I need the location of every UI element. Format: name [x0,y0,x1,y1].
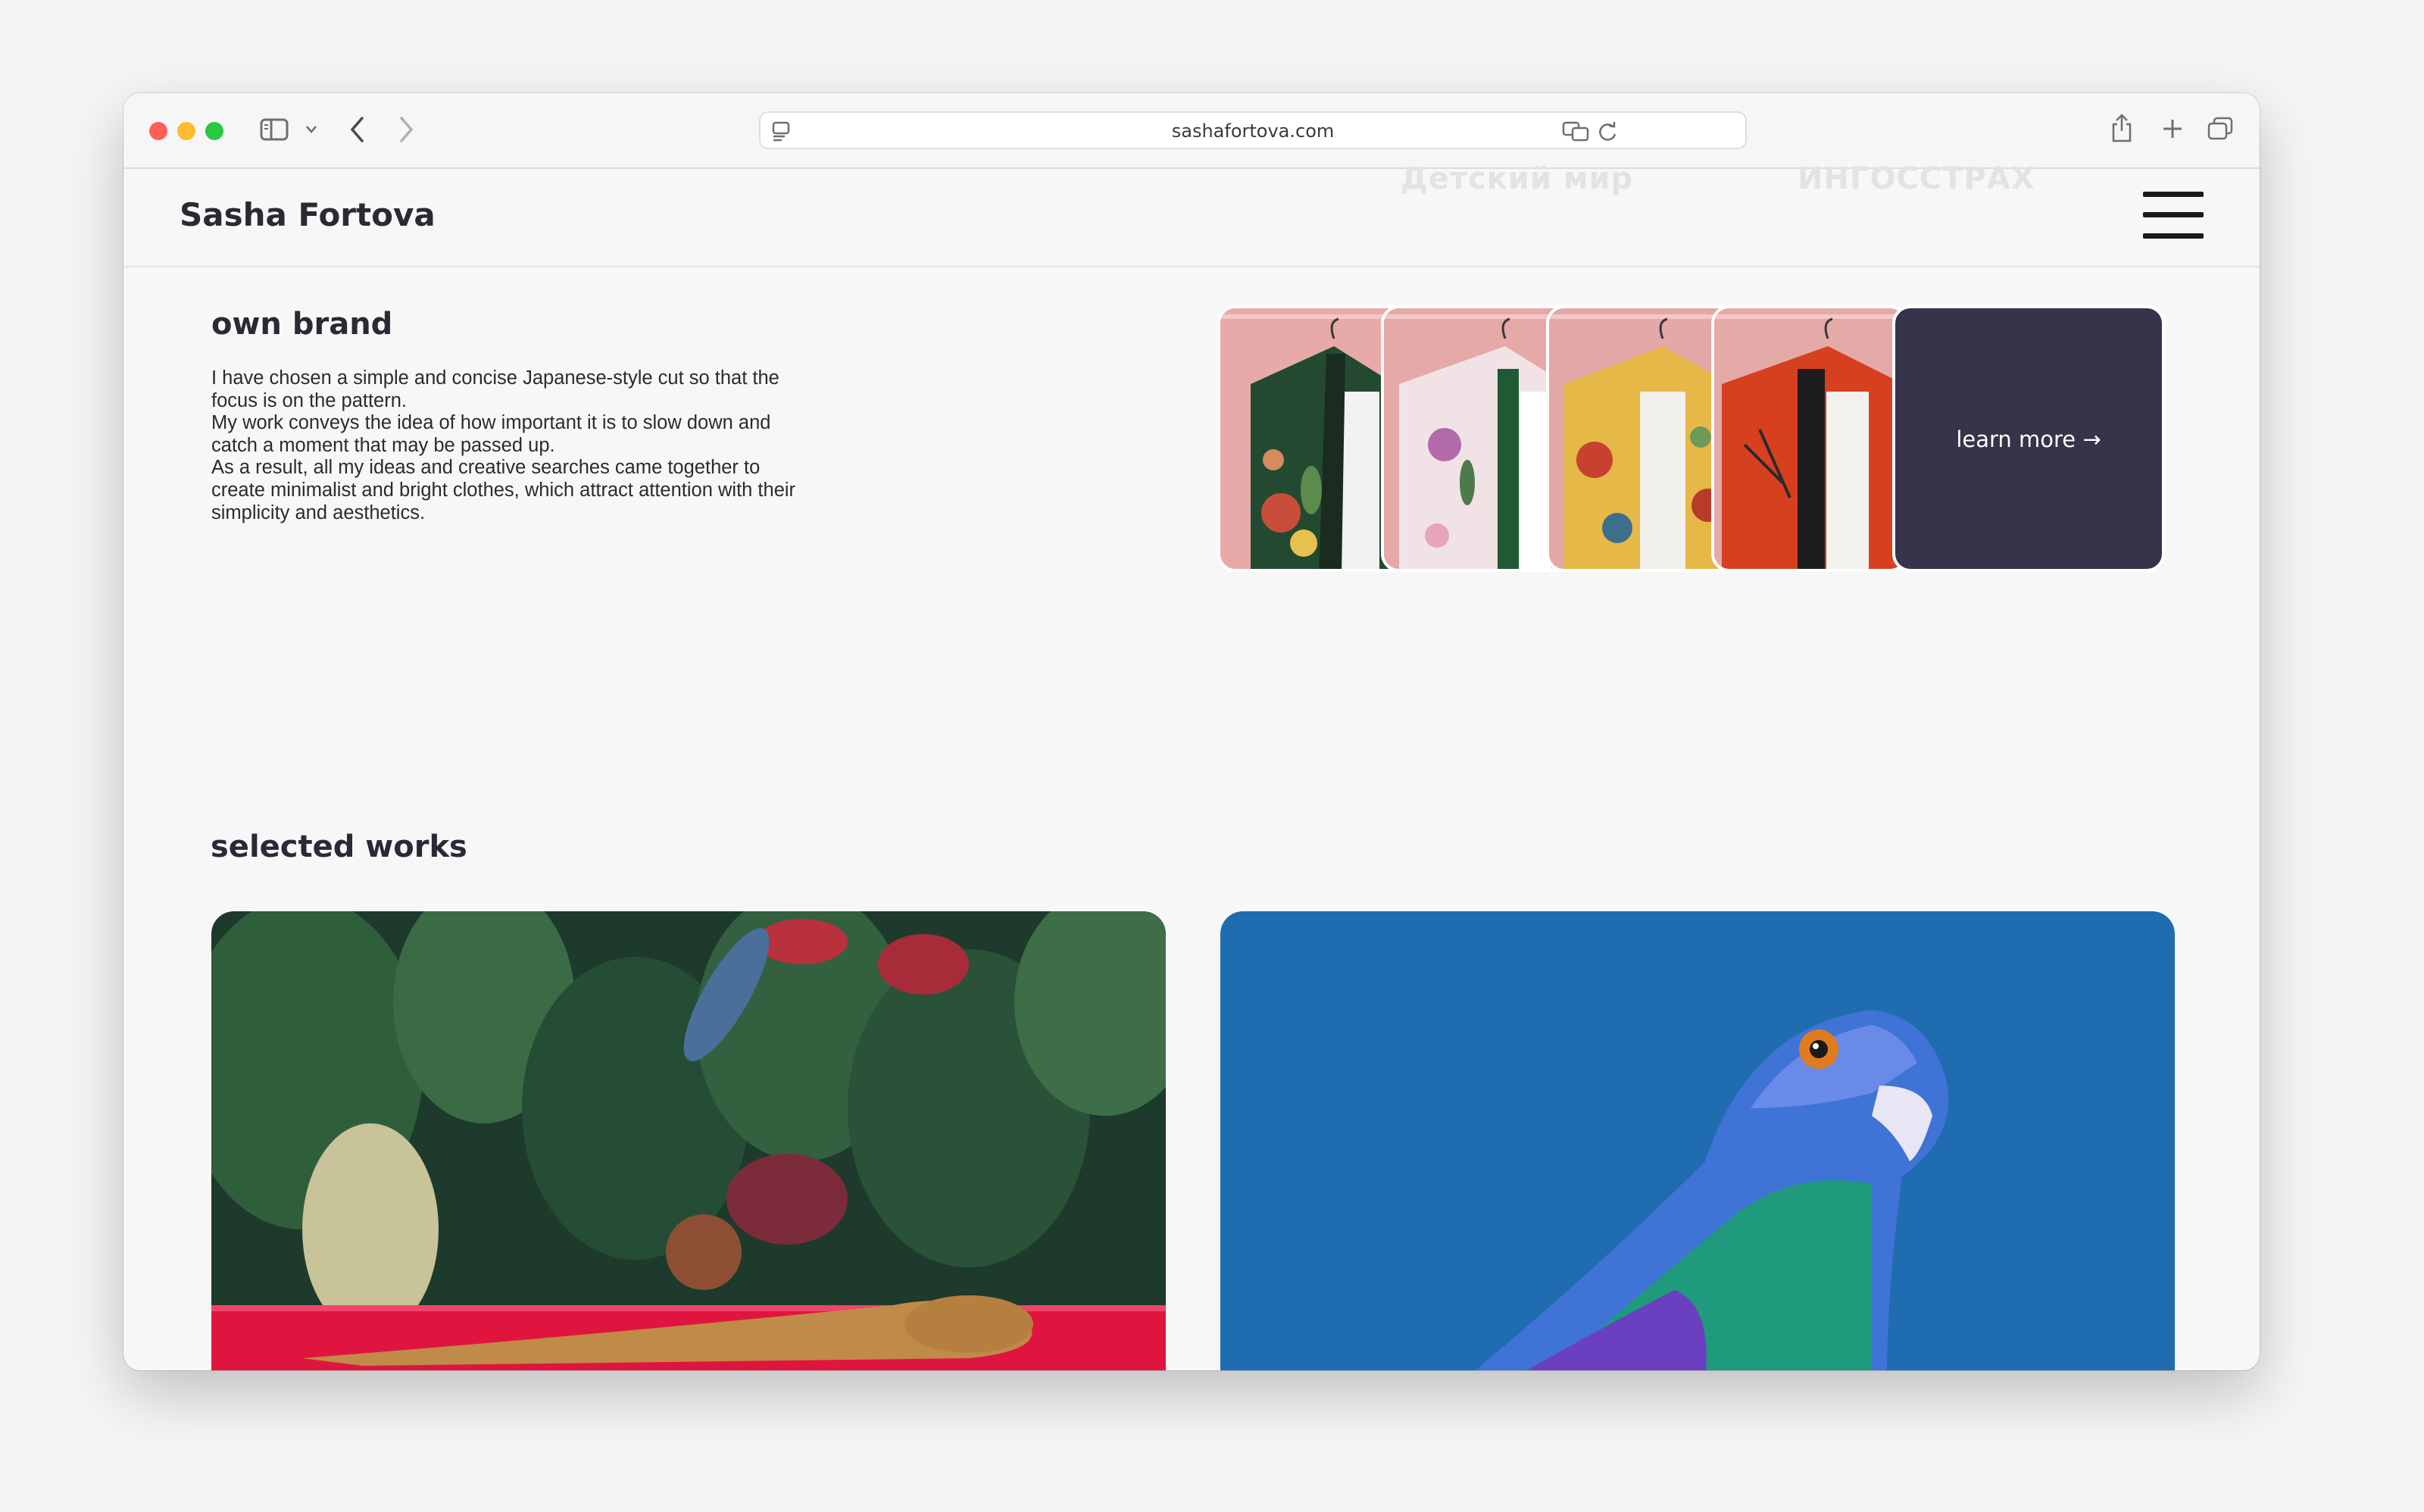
partner-logo-detsky-mir: Детский мир [1401,161,1634,196]
description-paragraph: My work conveys the idea of how importan… [211,412,771,456]
browser-window: sashafortova.com Детский мир ИНГОССТРАХ … [123,93,2260,1370]
menu-button[interactable] [2143,192,2204,239]
forward-arrow-icon[interactable] [398,116,414,143]
own-brand-heading: own brand [211,307,393,342]
description-paragraph: I have chosen a simple and concise Japan… [211,367,779,411]
zoom-window-button[interactable] [205,122,223,140]
menu-bar [2143,212,2204,217]
translate-icon[interactable] [1562,120,1591,142]
close-window-button[interactable] [149,122,167,140]
menu-bar [2143,192,2204,197]
kimono-gallery: learn more → [1217,305,2260,575]
site-logo[interactable]: Sasha Fortova [180,196,436,233]
tab-overview-icon[interactable] [2207,116,2234,142]
pigeon-artwork [1220,911,2175,1370]
work-card-jaguar[interactable] [211,911,1166,1370]
chevron-down-icon[interactable] [305,125,317,134]
menu-bar [2143,233,2204,239]
back-arrow-icon[interactable] [349,116,366,143]
learn-more-card[interactable]: learn more → [1892,305,2165,572]
minimize-window-button[interactable] [177,122,195,140]
partner-logo-ingosstrakh: ИНГОССТРАХ [1798,161,2035,196]
own-brand-description: I have chosen a simple and concise Japan… [211,367,810,524]
sidebar-icon[interactable] [260,118,289,141]
new-tab-icon[interactable] [2161,117,2184,140]
kimono-image [1714,308,1905,569]
reload-icon[interactable] [1597,120,1618,143]
jaguar-artwork [211,911,1166,1370]
browser-toolbar: sashafortova.com [123,93,2260,169]
selected-works-heading: selected works [211,829,467,864]
learn-more-link[interactable]: learn more → [1895,426,2162,452]
kimono-card[interactable] [1711,305,1908,572]
address-bar[interactable]: sashafortova.com [759,111,1747,149]
description-paragraph: As a result, all my ideas and creative s… [211,457,796,523]
site-header: Детский мир ИНГОССТРАХ Sasha Fortova [123,161,2260,267]
work-card-pigeon[interactable] [1220,911,2175,1370]
share-icon[interactable] [2110,113,2134,143]
